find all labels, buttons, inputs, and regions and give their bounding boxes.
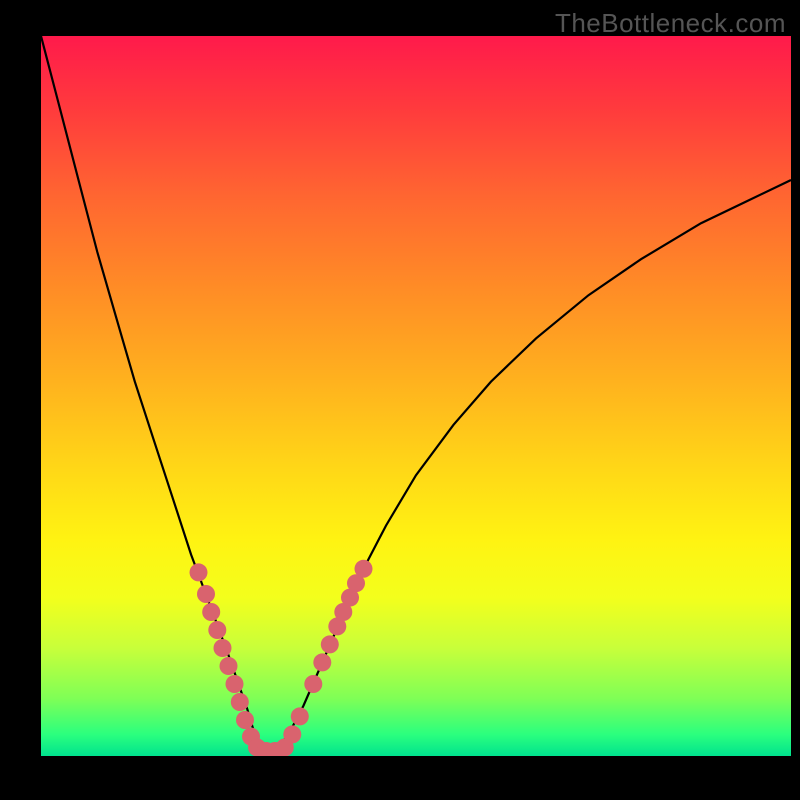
marker-dot (321, 635, 339, 653)
marker-dot (283, 725, 301, 743)
marker-dot (231, 693, 249, 711)
bottleneck-curve (41, 36, 791, 752)
marker-dot (220, 657, 238, 675)
marker-dot (304, 675, 322, 693)
marker-dot (236, 711, 254, 729)
marker-dot (197, 585, 215, 603)
watermark-text: TheBottleneck.com (555, 8, 786, 39)
marker-dot (208, 621, 226, 639)
dot-cluster (190, 560, 373, 756)
marker-dot (313, 653, 331, 671)
marker-dot (190, 563, 208, 581)
plot-area (41, 36, 791, 756)
chart-frame: TheBottleneck.com (0, 0, 800, 800)
marker-dot (214, 639, 232, 657)
marker-dot (355, 560, 373, 578)
chart-svg (41, 36, 791, 756)
marker-dot (291, 707, 309, 725)
marker-dot (226, 675, 244, 693)
marker-dot (202, 603, 220, 621)
